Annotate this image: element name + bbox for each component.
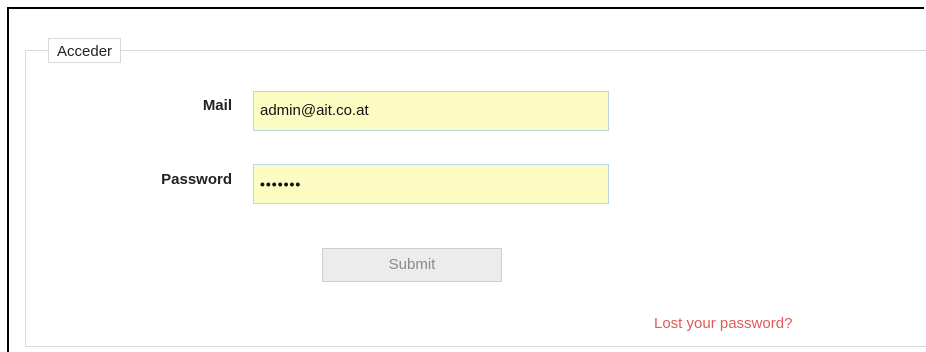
login-legend: Acceder xyxy=(48,38,122,63)
lost-password-link[interactable]: Lost your password? xyxy=(654,315,792,332)
submit-button[interactable]: Submit xyxy=(322,248,502,282)
password-input[interactable]: ••••••• xyxy=(253,164,609,204)
mail-input[interactable]: admin@ait.co.at xyxy=(253,91,609,131)
mail-label: Mail xyxy=(202,97,232,114)
password-label: Password xyxy=(161,171,232,188)
